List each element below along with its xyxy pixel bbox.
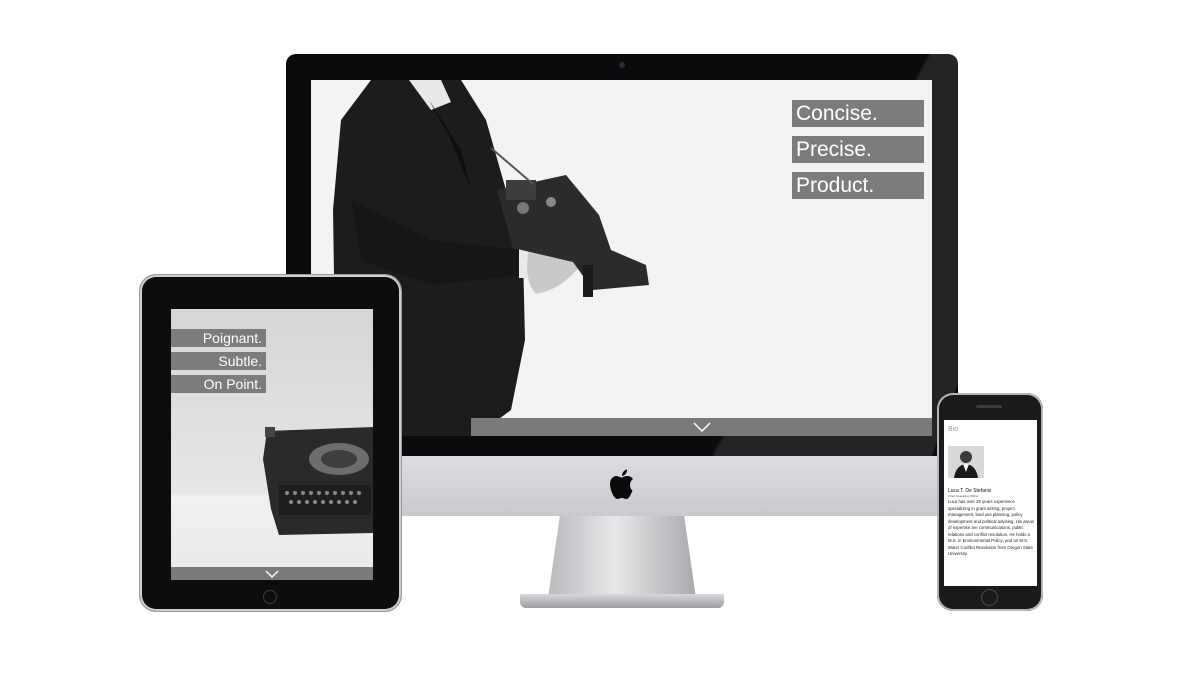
bio-role: Chief Operating Officer xyxy=(948,494,979,498)
avatar xyxy=(948,446,984,478)
tablet-tagline-3: On Point. xyxy=(171,375,266,393)
apple-logo-icon xyxy=(610,469,633,499)
desktop-hero-photo xyxy=(311,80,932,436)
camera-icon xyxy=(619,62,625,68)
chevron-down-icon[interactable] xyxy=(265,570,279,578)
bio-text: Luca has over 20 years experience specia… xyxy=(948,499,1034,556)
imac-stand xyxy=(548,516,696,598)
tablet-tagline-1: Poignant. xyxy=(171,329,266,347)
tablet-scroll-bar[interactable] xyxy=(171,567,373,580)
desktop-tagline-3: Product. xyxy=(792,172,924,199)
desktop-tagline-2: Precise. xyxy=(792,136,924,163)
imac-foot xyxy=(520,594,724,608)
iphone-home-button[interactable] xyxy=(981,589,998,606)
tablet-tagline-2: Subtle. xyxy=(171,352,266,370)
tablet-hero-photo xyxy=(171,309,373,580)
speaker-icon xyxy=(976,405,1002,408)
chevron-down-icon[interactable] xyxy=(692,422,711,432)
bio-heading: Bio xyxy=(948,426,959,433)
phone-screen: Bio Luca T. De Stefanis Chief Operating … xyxy=(944,420,1037,586)
desktop-tagline-1: Concise. xyxy=(792,100,924,127)
desktop-screen: Concise. Precise. Product. xyxy=(311,80,932,436)
desktop-scroll-bar[interactable] xyxy=(471,418,932,436)
ipad-home-button[interactable] xyxy=(263,590,277,604)
tablet-screen: Poignant. Subtle. On Point. xyxy=(171,309,373,580)
